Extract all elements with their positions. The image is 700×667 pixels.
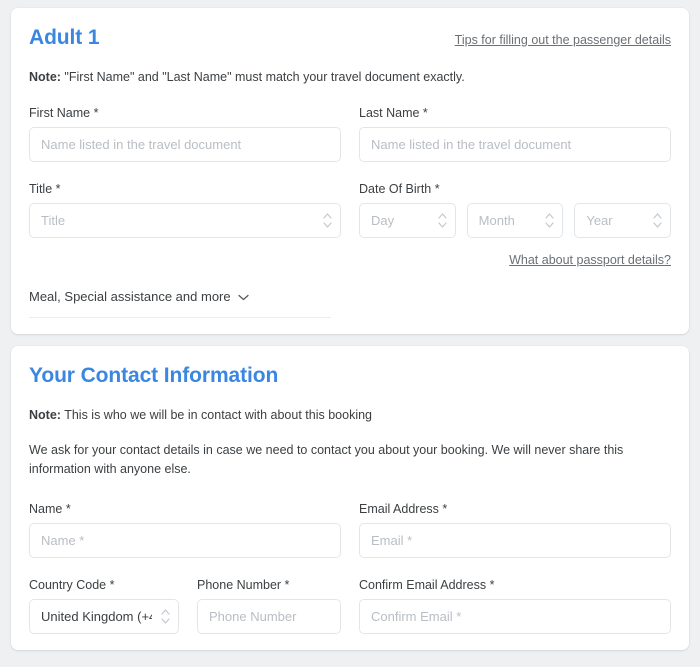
- confirm-email-input[interactable]: [359, 598, 671, 634]
- country-code-value: United Kingdom (+44): [41, 608, 152, 624]
- dob-month-cell: Month: [466, 202, 564, 238]
- contact-note: Note: This is who we will be in contact …: [29, 407, 671, 424]
- country-phone-row: Country Code * United Kingdom (+44): [29, 578, 341, 634]
- first-name-group: First Name *: [29, 106, 341, 162]
- contact-paragraph: We ask for your contact details in case …: [29, 442, 624, 477]
- passport-link-row: What about passport details?: [29, 252, 671, 267]
- dob-day-wrapper[interactable]: Day: [359, 202, 456, 238]
- confirm-email-label: Confirm Email Address *: [359, 577, 495, 592]
- dob-label: Date Of Birth *: [359, 181, 440, 196]
- contact-card-title: Your Contact Information: [29, 363, 279, 387]
- last-name-label: Last Name *: [359, 105, 428, 120]
- phone-block: Country Code * United Kingdom (+44): [29, 578, 341, 634]
- phone-number-label: Phone Number *: [197, 577, 290, 592]
- dob-month-wrapper[interactable]: Month: [466, 202, 564, 238]
- contact-information-card: Your Contact Information Note: This is w…: [11, 345, 689, 650]
- passenger-note-text: "First Name" and "Last Name" must match …: [60, 70, 465, 85]
- extras-accordion-label: Meal, Special assistance and more: [29, 288, 231, 304]
- last-name-input[interactable]: [359, 126, 671, 162]
- tips-link[interactable]: Tips for filling out the passenger detai…: [455, 33, 671, 47]
- first-name-label: First Name *: [29, 105, 99, 120]
- confirm-email-group: Confirm Email Address *: [359, 578, 671, 634]
- dob-year-wrapper[interactable]: Year: [574, 202, 672, 238]
- contact-name-group: Name *: [29, 502, 341, 558]
- phone-number-input[interactable]: [197, 598, 341, 634]
- dob-year-select[interactable]: Year: [574, 202, 672, 238]
- title-label: Title *: [29, 181, 61, 196]
- contact-name-label: Name *: [29, 501, 71, 516]
- chevron-down-icon: [237, 289, 249, 304]
- contact-name-email-row: Name * Email Address *: [29, 502, 671, 558]
- title-group: Title * Title: [29, 182, 341, 238]
- extras-accordion: Meal, Special assistance and more: [29, 289, 331, 318]
- name-fields-row: First Name * Last Name *: [29, 106, 671, 162]
- passenger-note: Note: "First Name" and "Last Name" must …: [29, 69, 671, 86]
- extras-accordion-toggle[interactable]: Meal, Special assistance and more: [29, 289, 249, 304]
- contact-email-label: Email Address *: [359, 501, 448, 516]
- contact-phone-confirm-row: Country Code * United Kingdom (+44): [29, 578, 671, 634]
- title-dob-row: Title * Title Date Of Birth * Day Month …: [29, 181, 672, 238]
- title-select-wrapper[interactable]: Title: [29, 202, 341, 238]
- dob-day-select[interactable]: Day: [359, 202, 456, 238]
- dob-month-select[interactable]: Month: [466, 202, 564, 238]
- passenger-card-title: Adult 1: [29, 26, 100, 49]
- dob-group: Date Of Birth * Day Month Year: [359, 181, 672, 238]
- title-select-value: Title: [41, 212, 66, 228]
- passenger-card-header: Adult 1 Tips for filling out the passeng…: [29, 26, 671, 49]
- dob-year-cell: Year: [574, 202, 672, 238]
- country-code-label: Country Code *: [29, 577, 115, 592]
- last-name-group: Last Name *: [359, 106, 671, 162]
- passenger-details-card: Adult 1 Tips for filling out the passeng…: [11, 8, 689, 334]
- contact-note-text: This is who we will be in contact with a…: [60, 408, 372, 423]
- first-name-input[interactable]: [29, 126, 341, 162]
- country-code-group: Country Code * United Kingdom (+44): [29, 578, 179, 634]
- phone-number-group: Phone Number *: [197, 578, 341, 634]
- passport-details-link[interactable]: What about passport details?: [509, 253, 671, 267]
- dob-day-cell: Day: [359, 202, 456, 238]
- country-code-select[interactable]: United Kingdom (+44): [29, 598, 179, 634]
- passenger-note-label: Note:: [29, 70, 61, 85]
- dob-selects-row: Day Month Year: [359, 202, 672, 238]
- country-code-wrapper[interactable]: United Kingdom (+44): [29, 598, 179, 634]
- booking-passenger-details-page: Adult 1 Tips for filling out the passeng…: [0, 0, 700, 667]
- contact-name-input[interactable]: [29, 522, 341, 558]
- contact-note-label: Note:: [29, 408, 61, 423]
- title-select[interactable]: Title: [29, 202, 341, 238]
- dob-month-value: Month: [478, 212, 515, 228]
- contact-email-group: Email Address *: [359, 502, 671, 558]
- contact-email-input[interactable]: [359, 522, 671, 558]
- dob-day-value: Day: [371, 212, 395, 228]
- dob-year-value: Year: [586, 212, 613, 228]
